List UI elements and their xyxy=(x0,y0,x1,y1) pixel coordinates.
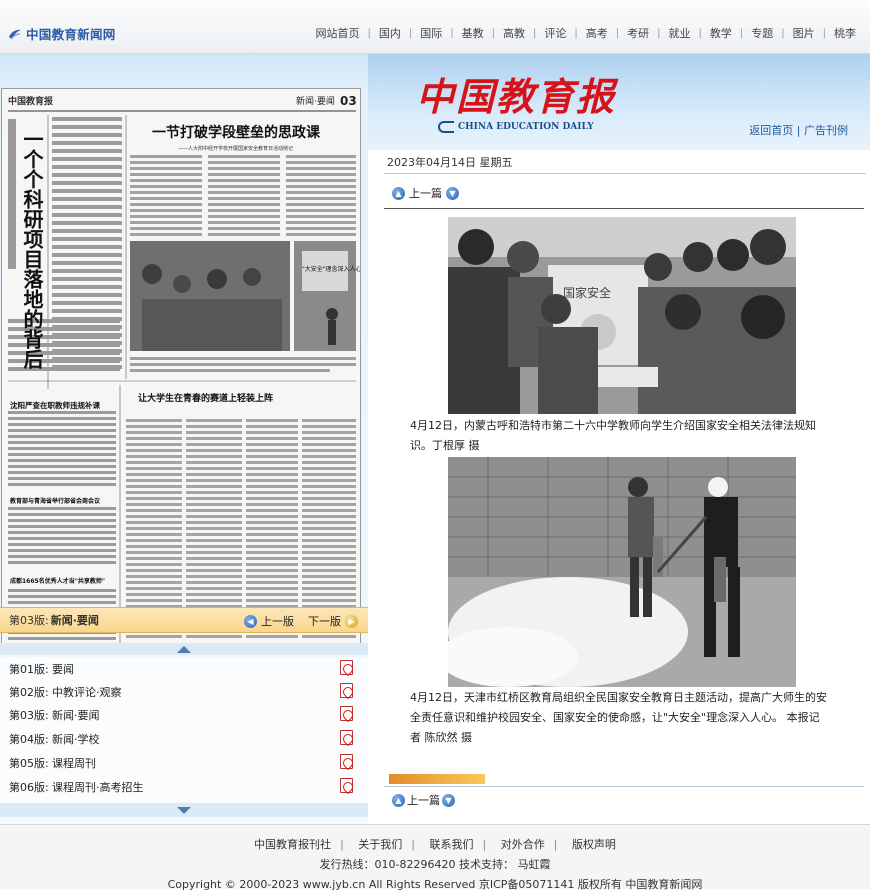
np-side-head-1: 沈阳严查在职教师违规补课 xyxy=(10,400,100,410)
home-ad-links[interactable]: 返回首页 | 广告刊例 xyxy=(749,122,848,138)
nav-item-topics[interactable]: 专题 xyxy=(743,25,781,41)
site-logo[interactable]: 中国教育新闻网 xyxy=(8,24,116,43)
edition-item-06[interactable]: 第06版: 课程周刊·高考招生 xyxy=(9,777,359,797)
edition-list: 第01版: 要闻 第02版: 中教评论·观察 第03版: 新闻·要闻 第04版: 新闻·… xyxy=(0,657,368,805)
article-nav-bottom: ▲ 上一篇 ▼ xyxy=(392,792,455,808)
nav-item-international[interactable]: 国际 xyxy=(412,25,450,41)
article-photo-1: 国家安全 xyxy=(448,217,796,414)
left-panel: 中国教育报 新闻·要闻 03 一节打破学段壁垒的思政课 ——人大附中经开学校开展… xyxy=(0,54,368,824)
np-headline-1-sub: ——人大附中经开学校开展国家安全教育日活动侧记 xyxy=(178,145,293,152)
pdf-icon[interactable] xyxy=(340,683,353,698)
arrow-up-icon xyxy=(177,645,191,653)
masthead-title: 中国教育报 xyxy=(416,74,617,119)
footer-link-cooperation[interactable]: 对外合作 xyxy=(501,838,545,851)
edition-item-03[interactable]: 第03版: 新闻·要闻 xyxy=(9,705,359,725)
np-inset-label: "大安全"理念深入人心 xyxy=(302,265,361,273)
footer-link-about[interactable]: 关于我们 xyxy=(358,838,402,851)
footer: 中国教育报刊社 | 关于我们 | 联系我们 | 对外合作 | 版权声明 发行热线：010… xyxy=(0,824,870,891)
footer-link-contact[interactable]: 联系我们 xyxy=(430,838,474,851)
nav-item-home[interactable]: 网站首页 xyxy=(308,25,368,41)
prev-page-link[interactable]: 上一版 xyxy=(261,613,294,629)
nav-item-gaokao[interactable]: 高考 xyxy=(578,25,616,41)
edition-list-scroll-down[interactable] xyxy=(0,803,368,817)
nav-item-kaoyan[interactable]: 考研 xyxy=(619,25,657,41)
ad-banner-strip[interactable] xyxy=(389,774,485,784)
edition-item-05[interactable]: 第05版: 课程周刊 xyxy=(9,753,359,773)
article-panel: 中国教育报 CHINA EDUCATION DAILY 返回首页 | 广告刊例 … xyxy=(368,54,870,824)
site-logo-text: 中国教育新闻网 xyxy=(26,27,116,42)
prev-article-link[interactable]: 上一篇 xyxy=(409,185,442,201)
prev-article-icon[interactable]: ▲ xyxy=(392,793,405,807)
footer-hotline: 发行热线：010-82296420 技术支持： 马虹霞 xyxy=(319,858,551,871)
next-page-link[interactable]: 下一版 xyxy=(308,613,341,629)
photo-1-caption: 4月12日，内蒙古呼和浩特市第二十六中学教师向学生介绍国家安全相关法律法规知识。… xyxy=(410,419,816,452)
footer-links: 中国教育报刊社 | 关于我们 | 联系我们 | 对外合作 | 版权声明 xyxy=(254,838,616,851)
next-page-icon[interactable]: ▶ xyxy=(345,614,358,628)
np-headline-2: 让大学生在青春的赛道上轻装上阵 xyxy=(138,392,273,404)
pdf-icon[interactable] xyxy=(340,660,353,675)
footer-link-publisher[interactable]: 中国教育报刊社 xyxy=(254,838,331,851)
logo-swoosh-icon xyxy=(9,29,21,39)
edition-item-04[interactable]: 第04版: 新闻·学校 xyxy=(9,729,359,749)
np-header-right: 新闻·要闻 xyxy=(296,95,335,107)
pdf-icon[interactable] xyxy=(340,754,353,769)
pdf-icon[interactable] xyxy=(340,730,353,745)
masthead-subtitle: CHINA EDUCATION DAILY xyxy=(438,121,594,133)
article-photo-2 xyxy=(448,457,796,687)
nav-item-comment[interactable]: 评论 xyxy=(536,25,574,41)
article-nav-top: ▲ 上一篇 ▼ xyxy=(392,185,459,201)
newspaper-page-art: 中国教育报 新闻·要闻 03 一节打破学段壁垒的思政课 ——人大附中经开学校开展… xyxy=(2,89,361,653)
edition-item-01[interactable]: 第01版: 要闻 xyxy=(9,659,359,679)
current-page-name: 新闻·要闻 xyxy=(50,614,99,627)
issue-date: 2023年04月14日 星期五 xyxy=(384,150,866,174)
nav-item-basic-edu[interactable]: 基教 xyxy=(454,25,492,41)
photo-2-caption: 4月12日，天津市红桥区教育局组织全民国家安全教育日主题活动，提高广大师生的安全… xyxy=(410,691,827,744)
arrow-down-icon xyxy=(177,806,191,814)
masthead: 中国教育报 CHINA EDUCATION DAILY 返回首页 | 广告刊例 xyxy=(368,54,870,150)
divider xyxy=(384,786,864,787)
edition-list-scroll-up[interactable] xyxy=(0,643,368,655)
newspaper-page-image[interactable]: 中国教育报 新闻·要闻 03 一节打破学段壁垒的思政课 ——人大附中经开学校开展… xyxy=(1,88,361,654)
nav-item-taoli[interactable]: 桃李 xyxy=(826,25,864,41)
nav-item-photos[interactable]: 图片 xyxy=(785,25,823,41)
np-vertical-headline: 一个个科研项目落地的背后 xyxy=(20,129,44,369)
np-header-left: 中国教育报 xyxy=(8,95,53,107)
footer-copyright: Copyright © 2000-2023 www.jyb.cn All Rig… xyxy=(167,878,703,891)
edition-item-02[interactable]: 第02版: 中教评论·观察 xyxy=(9,682,359,702)
np-page-num: 03 xyxy=(340,94,357,108)
main-nav: 网站首页 | 国内 | 国际 | 基教 | 高教 | 评论 | 高考 | 考研 | 就业 | 教学… xyxy=(308,25,865,41)
np-side-head-3: 成都1665名优秀人才当"共享教师" xyxy=(10,577,105,585)
np-headline-1: 一节打破学段壁垒的思政课 xyxy=(152,124,321,141)
footer-link-copyright[interactable]: 版权声明 xyxy=(572,838,616,851)
np-side-head-2: 教育部与青海省举行部省会商会议 xyxy=(9,497,101,505)
nav-item-jobs[interactable]: 就业 xyxy=(661,25,699,41)
photo-1-sign-text: 国家安全 xyxy=(563,285,611,300)
current-page-bar: 第03版: 新闻·要闻 ◀ 上一版 下一版 ▶ xyxy=(0,607,368,633)
next-article-icon[interactable]: ▼ xyxy=(442,793,455,807)
divider xyxy=(384,208,864,209)
nav-item-domestic[interactable]: 国内 xyxy=(371,25,409,41)
top-bar: 中国教育新闻网 网站首页 | 国内 | 国际 | 基教 | 高教 | 评论 | 高考 | 考研… xyxy=(0,0,870,54)
prev-article-icon[interactable]: ▲ xyxy=(392,186,405,200)
current-page-label: 第03版: xyxy=(9,614,49,627)
pdf-icon[interactable] xyxy=(340,778,353,793)
pdf-icon[interactable] xyxy=(340,706,353,721)
prev-page-icon[interactable]: ◀ xyxy=(244,614,257,628)
prev-article-link-bottom[interactable]: 上一篇 xyxy=(407,792,440,808)
masthead-ce-icon xyxy=(438,121,454,133)
nav-item-higher-edu[interactable]: 高教 xyxy=(495,25,533,41)
next-article-icon[interactable]: ▼ xyxy=(446,186,459,200)
nav-item-teaching[interactable]: 教学 xyxy=(702,25,740,41)
